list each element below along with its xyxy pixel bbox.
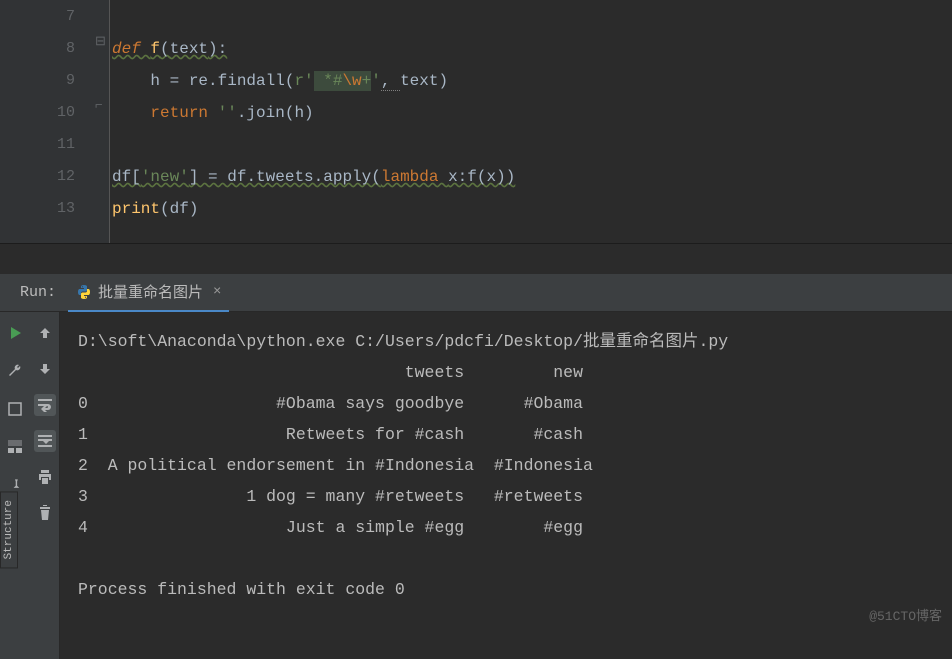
run-label: Run: — [0, 284, 68, 301]
down-arrow-icon[interactable] — [34, 358, 56, 380]
python-file-icon — [76, 284, 92, 300]
stop-button[interactable] — [4, 398, 26, 420]
console-output[interactable]: D:\soft\Anaconda\python.exe C:/Users/pdc… — [60, 312, 952, 659]
console-command: D:\soft\Anaconda\python.exe C:/Users/pdc… — [78, 326, 952, 357]
wrench-icon[interactable] — [4, 360, 26, 382]
line-number-gutter: 7 8 9 10 11 12 13 — [0, 0, 95, 243]
run-toolbar-left — [0, 312, 30, 659]
structure-tool-tab[interactable]: Structure — [0, 491, 18, 568]
trash-icon[interactable] — [34, 502, 56, 524]
watermark-text: @51CTO博客 — [869, 605, 942, 624]
console-row: 2 A political endorsement in #Indonesia … — [78, 450, 952, 481]
fold-marker-icon[interactable]: ⊟ — [95, 34, 106, 49]
print-icon[interactable] — [34, 466, 56, 488]
close-icon[interactable]: × — [213, 284, 221, 300]
console-row: 1 Retweets for #cash #cash — [78, 419, 952, 450]
run-tab[interactable]: 批量重命名图片 × — [68, 274, 229, 312]
console-header: tweets new — [78, 357, 952, 388]
rerun-button[interactable] — [4, 322, 26, 344]
soft-wrap-icon[interactable] — [34, 394, 56, 416]
console-exit: Process finished with exit code 0 — [78, 574, 952, 605]
fold-end-icon: ⌐ — [95, 98, 103, 113]
run-toolbar-right — [30, 312, 60, 659]
scroll-to-end-icon[interactable] — [34, 430, 56, 452]
code-editor[interactable]: 7 8 9 10 11 12 13 ⊟ ⌐ def f(text): h = r… — [0, 0, 952, 243]
run-tab-title: 批量重命名图片 — [98, 281, 203, 302]
console-row: 4 Just a simple #egg #egg — [78, 512, 952, 543]
layout-icon[interactable] — [4, 436, 26, 458]
up-arrow-icon[interactable] — [34, 322, 56, 344]
code-content[interactable]: def f(text): h = re.findall(r' *#\w+', t… — [110, 0, 952, 243]
run-tool-window-header: Run: 批量重命名图片 × — [0, 274, 952, 312]
fold-column: ⊟ ⌐ — [95, 0, 110, 243]
console-row: 0 #Obama says goodbye #Obama — [78, 388, 952, 419]
run-tool-window: D:\soft\Anaconda\python.exe C:/Users/pdc… — [0, 312, 952, 659]
console-row: 3 1 dog = many #retweets #retweets — [78, 481, 952, 512]
